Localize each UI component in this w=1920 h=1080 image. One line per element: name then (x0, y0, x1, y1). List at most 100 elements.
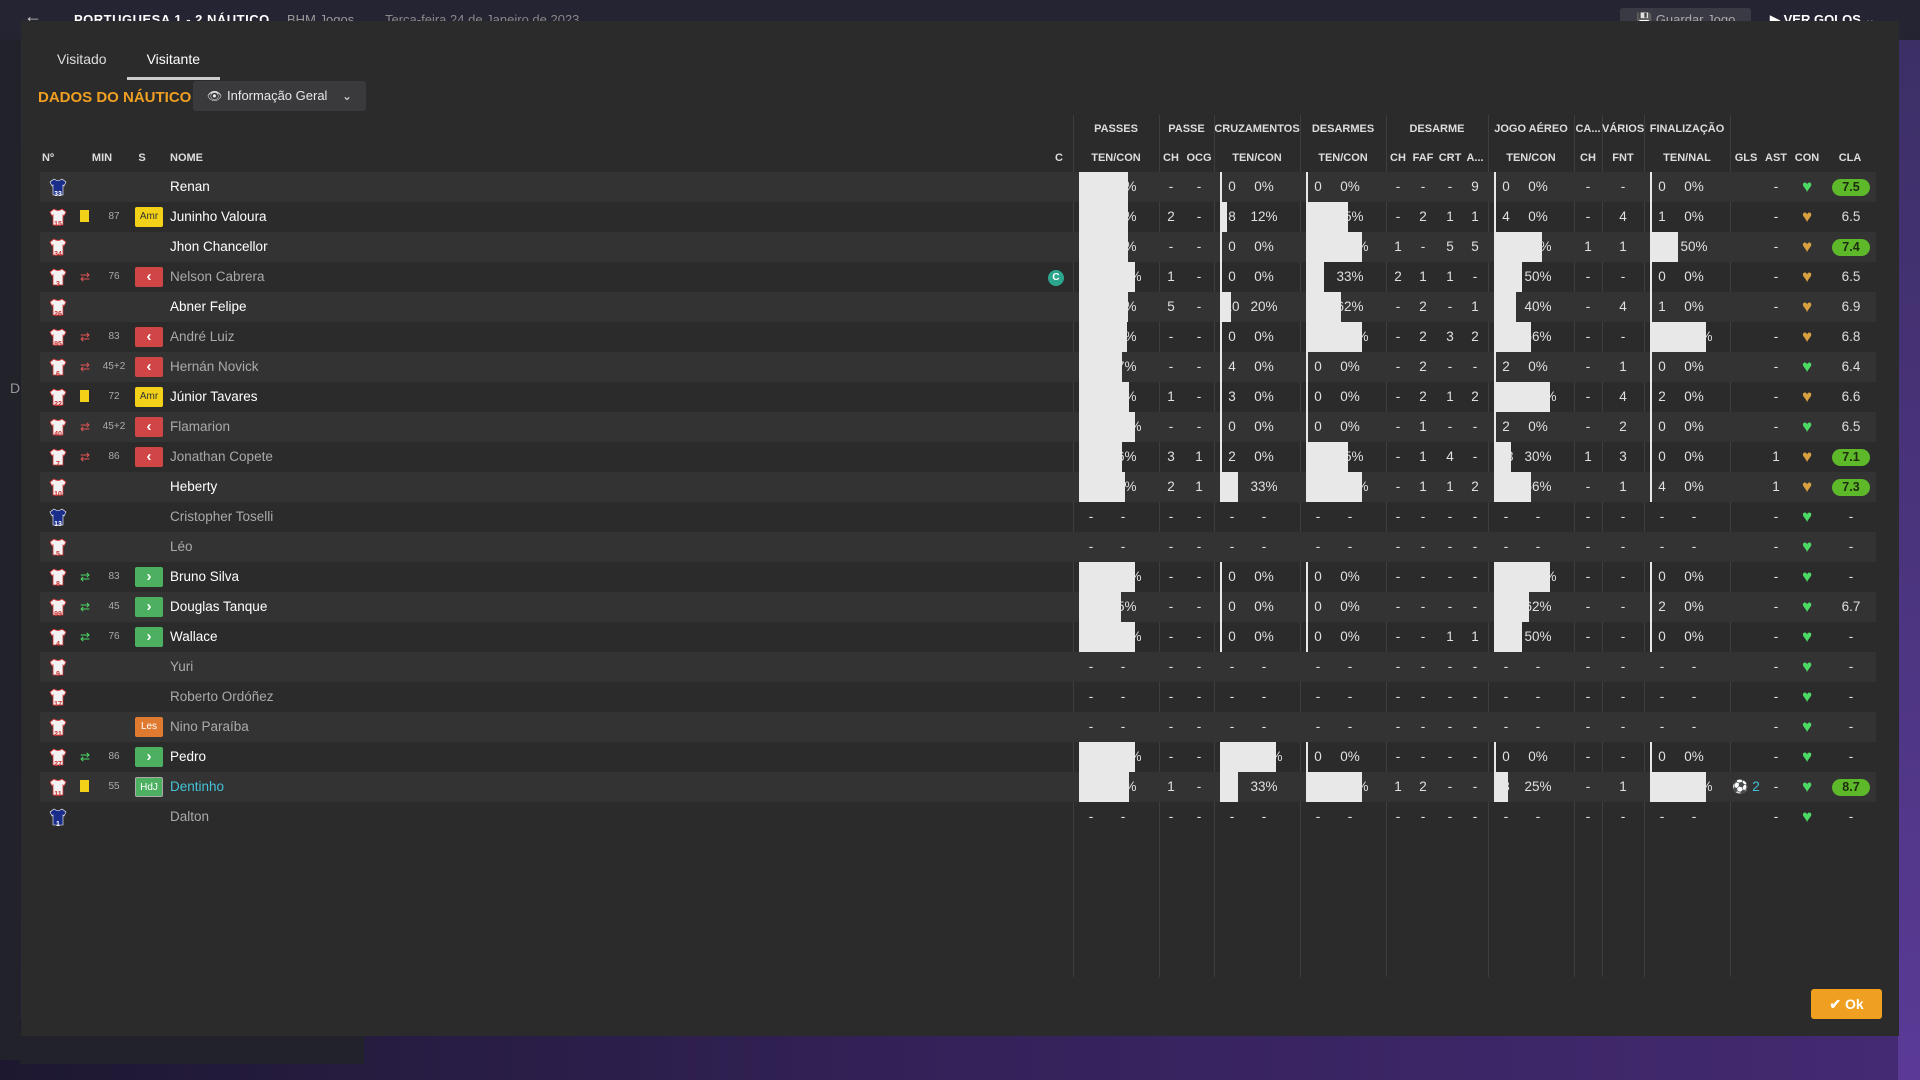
player-row[interactable]: 21 Les Nino Paraíba - - - - - - - - - - - - - - - - - - - ♥ - (40, 712, 1876, 742)
player-row[interactable]: 8⇄83›Bruno Silva9100%--00%00%----1100%--… (40, 562, 1876, 592)
assists: - (1773, 329, 1779, 344)
player-row[interactable]: 1155HdJDentinho1190%1-333%1100%12--825%-… (40, 772, 1876, 802)
clearances: - (1472, 359, 1478, 374)
aerial-duels-bar (1494, 232, 1542, 262)
player-name[interactable]: Abner Felipe (170, 292, 570, 322)
player-row[interactable]: 95⇄83‹André Luiz4386%--00%1100%-232366%-… (40, 322, 1876, 352)
clearances: - (1472, 689, 1478, 704)
column-header[interactable]: NOME (170, 152, 230, 164)
column-header[interactable]: FNT (1602, 152, 1644, 164)
player-name[interactable]: Dentinho (170, 772, 570, 802)
crosses-bar (1220, 412, 1222, 442)
column-header[interactable]: CON (1792, 152, 1822, 164)
crosses-bar (1220, 322, 1222, 352)
player-name[interactable]: Yuri (170, 652, 570, 682)
player-name[interactable]: Bruno Silva (170, 562, 570, 592)
column-header[interactable]: TEN/NAL (1644, 152, 1730, 164)
aerial-duels-pct: 0% (1528, 359, 1548, 374)
player-name[interactable]: Léo (170, 532, 570, 562)
player-name[interactable]: Renan (170, 172, 570, 202)
column-header[interactable]: C (1049, 152, 1069, 164)
key-passes: - (1168, 359, 1174, 374)
player-name[interactable]: Flamarion (170, 412, 570, 442)
shirt-icon: 17 (48, 687, 68, 708)
player-name[interactable]: Nelson Cabrera (170, 262, 570, 292)
chances-created: - (1196, 719, 1202, 734)
ok-button[interactable]: ✔ Ok (1811, 989, 1882, 1019)
fouls: 2 (1419, 209, 1427, 224)
player-row[interactable]: 26Abner Felipe4588%5-1020%862%-2-1540%-4… (40, 292, 1876, 322)
crosses-pct: - (1261, 809, 1267, 824)
player-row[interactable]: 1 Dalton - - - - - - - - - - - - - - - - - - - ♥ - (40, 802, 1876, 832)
minutes-played: 45+2 (102, 361, 126, 372)
column-header[interactable]: CH (1159, 152, 1183, 164)
morale-ok-icon: ♥ (1801, 477, 1813, 496)
interceptions: 4 (1446, 449, 1454, 464)
column-header[interactable]: TEN/CON (1300, 152, 1386, 164)
player-row[interactable]: 13 Cristopher Toselli - - - - - - - - - - - - - - - - - - - ♥… (40, 502, 1876, 532)
passes-pct: - (1120, 719, 1126, 734)
column-header[interactable]: TEN/CON (1488, 152, 1574, 164)
player-row[interactable]: 6⇄45+2‹Hernán Novick1877%--40%00%-2--20%… (40, 352, 1876, 382)
column-header[interactable]: OCG (1183, 152, 1215, 164)
player-row[interactable]: 9 Yuri - - - - - - - - - - - - - - - - - - - ♥ - (40, 652, 1876, 682)
tab-home[interactable]: Visitado (37, 50, 127, 80)
view-dropdown[interactable]: 👁 Informação Geral ⌄ (193, 81, 366, 111)
tackles-bar (1306, 562, 1308, 592)
tackles-pct: - (1347, 659, 1353, 674)
player-row[interactable]: 34Jhon Chancellor6388%--00%3100%1-55785%… (40, 232, 1876, 262)
player-name[interactable]: Douglas Tanque (170, 592, 570, 622)
column-header[interactable]: MIN (78, 152, 126, 164)
ok-button-label: Ok (1844, 996, 1864, 1012)
player-name[interactable]: Heberty (170, 472, 570, 502)
player-row[interactable]: 40⇄45+2‹Flamarion7100%--00%00%-1--20%-20… (40, 412, 1876, 442)
player-row[interactable]: 4⇄76›Wallace9100%--00%00%--11250%--00%-♥… (40, 622, 1876, 652)
crosses-pct: 0% (1254, 179, 1274, 194)
player-row[interactable]: 3⇄76‹Nelson CabreraC40100%1-00%333%211-6… (40, 262, 1876, 292)
group-header: DESARME (1409, 123, 1465, 135)
column-header[interactable]: FAF (1410, 152, 1436, 164)
player-row[interactable]: 17 Roberto Ordóñez - - - - - - - - - - - - - - - - - - - ♥ - (40, 682, 1876, 712)
interceptions: 1 (1446, 269, 1454, 284)
column-header[interactable]: A... (1464, 152, 1486, 164)
clearances: - (1472, 419, 1478, 434)
column-header[interactable]: CH (1574, 152, 1602, 164)
column-header[interactable]: S (132, 152, 152, 164)
player-name[interactable]: Jhon Chancellor (170, 232, 570, 262)
player-name[interactable]: Juninho Valoura (170, 202, 570, 232)
tab-away[interactable]: Visitante (126, 50, 221, 80)
column-header[interactable]: CLA (1832, 152, 1868, 164)
player-name[interactable]: Dalton (170, 802, 570, 832)
tackles-pct: 0% (1340, 179, 1360, 194)
player-name[interactable]: Pedro (170, 742, 570, 772)
player-name[interactable]: Jonathan Copete (170, 442, 570, 472)
column-header[interactable]: AST (1762, 152, 1790, 164)
player-row[interactable]: 5 Léo - - - - - - - - - - - - - - - - - - - ♥ - (40, 532, 1876, 562)
player-name[interactable]: Nino Paraíba (170, 712, 570, 742)
player-name[interactable]: Cristopher Toselli (170, 502, 570, 532)
column-header[interactable]: CRT (1436, 152, 1464, 164)
player-row[interactable]: 2272AmrJúnior Tavares4889%1-30%00%-21211… (40, 382, 1876, 412)
player-rating: - (1848, 689, 1854, 704)
column-header[interactable]: TEN/CON (1214, 152, 1300, 164)
player-row[interactable]: 99⇄45›Douglas Tanque875%--00%00%----862%… (40, 592, 1876, 622)
player-row[interactable]: 27⇄86›Pedro1100%--1100%00%----00%--00%-♥… (40, 742, 1876, 772)
crosses-pct: 0% (1254, 389, 1274, 404)
player-name[interactable]: Hernán Novick (170, 352, 570, 382)
column-header[interactable]: TEN/CON (1073, 152, 1159, 164)
player-row[interactable]: 7⇄86‹Jonathan Copete4276%3120%875%-14-13… (40, 442, 1876, 472)
player-name[interactable]: André Luiz (170, 322, 570, 352)
column-header[interactable]: CH (1386, 152, 1410, 164)
shirt-icon: 40 (48, 417, 68, 438)
player-name[interactable]: Júnior Tavares (170, 382, 570, 412)
tackle-key: - (1395, 449, 1401, 464)
player-row[interactable]: 1587AmrJuninho Valoura3287%2-812%475%-21… (40, 202, 1876, 232)
tackles-bar (1306, 292, 1341, 322)
fouls: 2 (1419, 299, 1427, 314)
column-header[interactable]: Nº (28, 152, 68, 164)
column-header[interactable]: GLS (1732, 152, 1760, 164)
player-row[interactable]: 33Renan2788%--00%00%---900%--00%-♥7.5 (40, 172, 1876, 202)
player-name[interactable]: Wallace (170, 622, 570, 652)
player-name[interactable]: Roberto Ordóñez (170, 682, 570, 712)
player-row[interactable]: 10Heberty3582%21333%1100%-112966%-140%1♥… (40, 472, 1876, 502)
